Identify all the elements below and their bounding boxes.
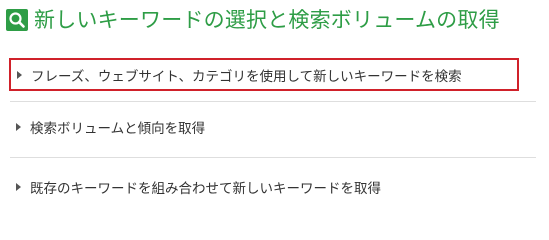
page-title: 新しいキーワードの選択と検索ボリュームの取得 [34, 8, 500, 32]
divider [10, 101, 536, 102]
divider [10, 157, 536, 158]
caret-right-icon [17, 70, 22, 79]
option-label: 検索ボリュームと傾向を取得 [30, 120, 206, 137]
option-label: 既存のキーワードを組み合わせて新しいキーワードを取得 [30, 180, 381, 197]
caret-right-icon [16, 122, 21, 131]
option-get-search-volume[interactable]: 検索ボリュームと傾向を取得 [10, 110, 536, 143]
page-header: 新しいキーワードの選択と検索ボリュームの取得 [6, 4, 500, 36]
keyword-option-list: フレーズ、ウェブサイト、カテゴリを使用して新しいキーワードを検索 検索ボリューム… [9, 58, 536, 203]
caret-right-icon [16, 182, 21, 191]
option-combine-keywords[interactable]: 既存のキーワードを組み合わせて新しいキーワードを取得 [10, 170, 536, 203]
search-icon [6, 9, 28, 31]
option-find-new-keywords[interactable]: フレーズ、ウェブサイト、カテゴリを使用して新しいキーワードを検索 [9, 58, 519, 91]
option-label: フレーズ、ウェブサイト、カテゴリを使用して新しいキーワードを検索 [31, 68, 462, 85]
